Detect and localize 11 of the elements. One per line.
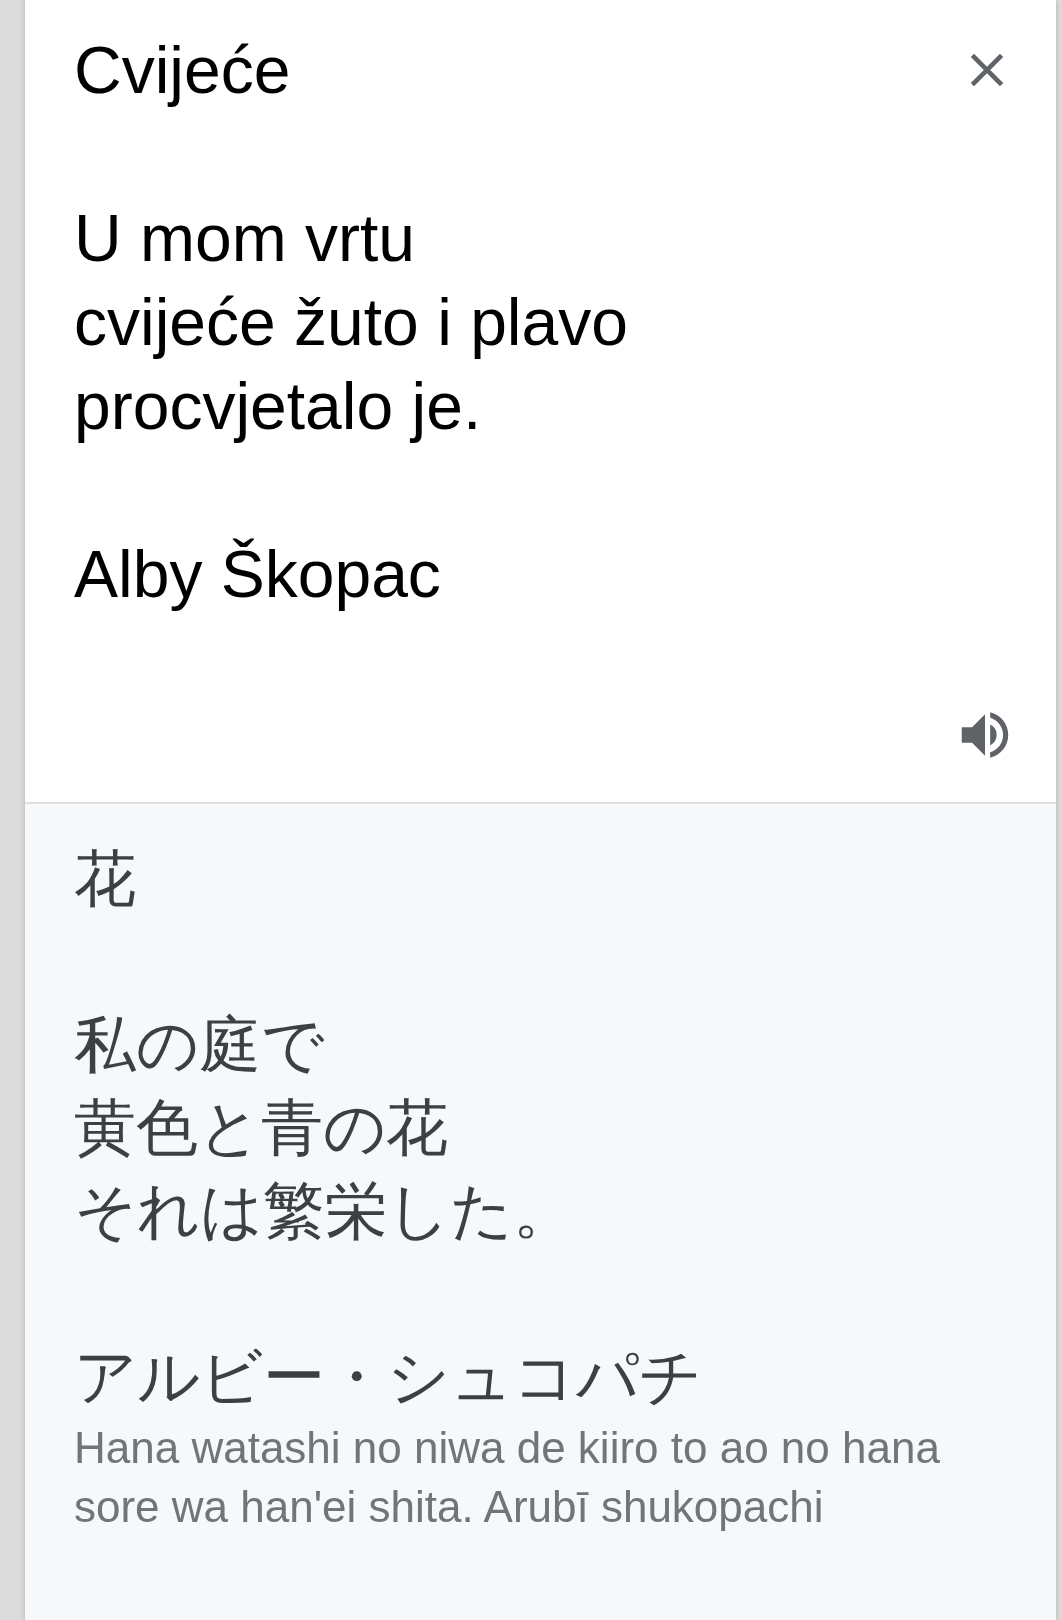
source-text-line[interactable]: procvjetalo je.: [74, 364, 482, 448]
translation-text-line: 私の庭で: [74, 1007, 324, 1083]
translation-text-line: 花: [74, 841, 136, 917]
source-text-line[interactable]: U mom vrtu: [74, 196, 416, 280]
source-text-line[interactable]: Alby Škopac: [74, 532, 441, 616]
romanization-text: Hana watashi no niwa de kiiro to ao no hana sore wa han'ei shita. Arubī shukopachi: [74, 1422, 941, 1533]
source-text-line[interactable]: Cvijeće: [74, 28, 291, 112]
translation-text-line: それは繁栄した。: [74, 1173, 575, 1249]
source-text-line[interactable]: cvijeće žuto i plavo: [74, 280, 628, 364]
translation-text-line: 黄色と青の花: [74, 1090, 448, 1166]
translation-text-line: アルビー・シュコパチ: [74, 1339, 702, 1415]
